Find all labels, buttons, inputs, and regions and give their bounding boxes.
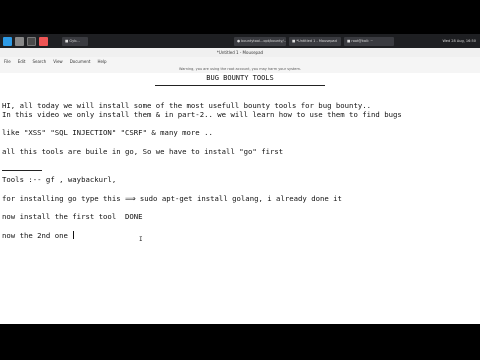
taskbar-window-3[interactable]: ■ root@kali: ~ xyxy=(344,36,394,46)
menu-view[interactable]: View xyxy=(53,59,63,64)
terminal-launcher-icon[interactable] xyxy=(27,36,36,46)
menu-search[interactable]: Search xyxy=(32,59,46,64)
doc-line-2: In this video we only install them & in … xyxy=(2,110,402,119)
menu-edit[interactable]: Edit xyxy=(18,59,26,64)
i-beam-cursor-icon: I xyxy=(139,236,143,243)
text-caret xyxy=(73,231,75,239)
doc-heading: BUG BOUNTY TOOLS xyxy=(206,74,274,82)
menu-help[interactable]: Help xyxy=(97,59,106,64)
doc-line-7: now install the first tool DONE xyxy=(2,212,143,221)
doc-line-4: all this tools are buile in go, So we ha… xyxy=(2,147,284,156)
doc-line-8: now the 2nd one xyxy=(2,231,75,240)
files-icon[interactable] xyxy=(15,36,24,46)
kali-menu-icon[interactable] xyxy=(3,36,12,46)
menu-document[interactable]: Document xyxy=(70,59,91,64)
doc-line-8-text: now the 2nd one xyxy=(2,231,73,240)
doc-line-1: HI, all today we will install some of th… xyxy=(2,101,372,110)
doc-line-3: like "XSS" "SQL INJECTION" "CSRF" & many… xyxy=(2,128,213,137)
taskbar-clock: Wed 28 Aug, 16:50 xyxy=(442,39,476,43)
doc-line-5: Tools :-- gf , waybackurl, xyxy=(2,175,117,184)
taskbar: ■ Gyb... ● bountytool...opt/bounty/... ■… xyxy=(0,34,480,48)
window-title: *Untitled 1 - Mousepad xyxy=(216,50,264,55)
doc-line-6: for installing go type this ⟹ sudo apt-g… xyxy=(2,194,342,203)
menu-file[interactable]: File xyxy=(4,59,11,64)
text-editor[interactable]: BUG BOUNTY TOOLS HI, all today we will i… xyxy=(0,73,480,324)
separator-rule xyxy=(2,170,42,171)
root-warning: Warning, you are using the root account,… xyxy=(0,66,480,73)
taskbar-window-0[interactable]: ■ Gyb... xyxy=(62,36,88,46)
heading-underline xyxy=(155,85,325,86)
taskbar-window-1[interactable]: ● bountytool...opt/bounty/... xyxy=(234,36,286,46)
browser-launcher-icon[interactable] xyxy=(39,36,48,46)
taskbar-window-2[interactable]: ■ *Untitled 1 - Mousepad xyxy=(289,36,341,46)
